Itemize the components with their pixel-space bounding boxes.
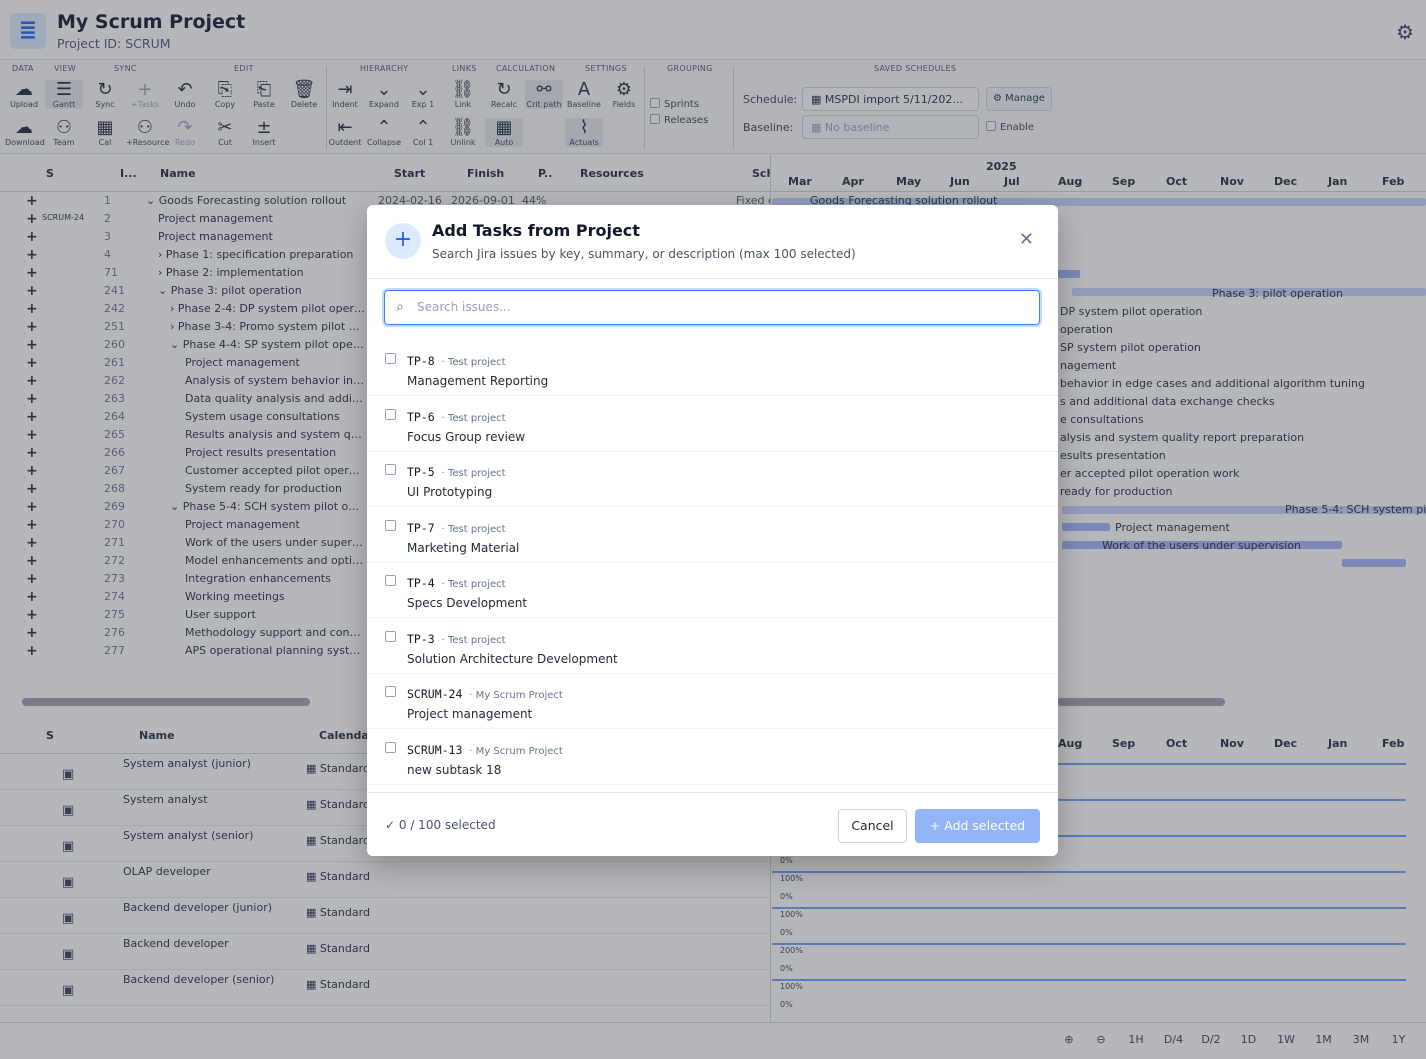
issue-project: · Test project <box>441 468 506 479</box>
issue-item[interactable]: SCRUM-13 · My Scrum Project new subtask 1… <box>367 730 1058 785</box>
issue-list: TP-8 · Test project Management Reporting T… <box>367 341 1058 791</box>
issue-key-line: TP-5 · Test project <box>407 465 506 479</box>
issue-key-line: TP-7 · Test project <box>407 521 506 535</box>
dialog-header: + Add Tasks from Project Search Jira iss… <box>367 205 1058 279</box>
issue-checkbox[interactable] <box>385 408 396 420</box>
issue-summary: UI Prototyping <box>407 485 493 499</box>
cancel-button[interactable]: Cancel <box>838 809 907 843</box>
issue-summary: Management Reporting <box>407 374 549 388</box>
issue-key: TP-8 <box>407 354 435 368</box>
issue-summary: Marketing Material <box>407 540 520 555</box>
issue-key: TP-6 <box>407 409 435 424</box>
issue-key-line: TP-6 · Test project <box>407 410 506 424</box>
add-selected-button[interactable]: + Add selected <box>915 809 1040 843</box>
issue-project: · Test project <box>441 523 506 535</box>
issue-item[interactable]: SCRUM-24 · My Scrum Project Project manag… <box>367 674 1058 729</box>
issue-project: · My Scrum Project <box>469 745 563 757</box>
issue-item[interactable]: TP-4 · Test project Specs Development <box>367 563 1058 618</box>
issue-key: TP-7 <box>407 520 435 535</box>
issue-summary: Specs Development <box>407 596 528 610</box>
search-icon: ⌕ <box>396 299 404 315</box>
issue-key-line: SCRUM-24 · My Scrum Project <box>407 687 563 701</box>
issue-item[interactable]: TP-7 · Test project Marketing Material <box>367 508 1058 563</box>
search-input[interactable] <box>417 297 1017 317</box>
issue-project: · Test project <box>441 412 506 424</box>
issue-summary: new subtask 18 <box>407 762 502 777</box>
issue-checkbox[interactable] <box>385 575 396 586</box>
dialog-subtitle: Search Jira issues by key, summary, or d… <box>432 247 856 261</box>
issue-checkbox[interactable] <box>385 686 396 697</box>
close-icon[interactable]: ✕ <box>1019 229 1034 250</box>
dialog-footer: ✓ 0 / 100 selected Cancel + Add selected <box>367 792 1058 856</box>
issue-checkbox[interactable] <box>385 353 396 364</box>
selected-count: ✓ 0 / 100 selected <box>385 818 496 832</box>
issue-project: · Test project <box>441 634 506 646</box>
issue-item[interactable]: TP-6 · Test project Focus Group review <box>367 397 1058 452</box>
plus-icon: + <box>385 223 421 259</box>
issue-checkbox[interactable] <box>385 464 396 475</box>
issue-summary: Focus Group review <box>407 429 526 444</box>
issue-item[interactable]: TP-8 · Test project Management Reporting <box>367 341 1058 396</box>
search-box: ⌕ <box>384 290 1040 325</box>
issue-key: TP-4 <box>407 576 435 590</box>
issue-project: · Test project <box>441 357 506 368</box>
check-icon: ✓ <box>385 818 399 832</box>
add-tasks-dialog: + Add Tasks from Project Search Jira iss… <box>367 205 1058 856</box>
dialog-title: Add Tasks from Project <box>432 221 640 240</box>
issue-key-line: TP-8 · Test project <box>407 354 506 368</box>
issue-key: SCRUM-24 <box>407 687 463 701</box>
issue-item[interactable]: TP-3 · Test project Solution Architecture… <box>367 619 1058 674</box>
issue-summary: Solution Architecture Development <box>407 651 618 666</box>
issue-summary: Project management <box>407 707 533 721</box>
issue-key-line: TP-3 · Test project <box>407 632 506 646</box>
issue-key: TP-3 <box>407 631 435 646</box>
issue-key: SCRUM-13 <box>407 742 463 757</box>
issue-key-line: SCRUM-13 · My Scrum Project <box>407 743 563 757</box>
issue-item[interactable]: TP-5 · Test project UI Prototyping <box>367 452 1058 507</box>
issue-checkbox[interactable] <box>385 741 396 753</box>
issue-project: · Test project <box>441 579 506 590</box>
plus-icon: + <box>929 818 945 833</box>
issue-project: · My Scrum Project <box>469 690 563 701</box>
issue-key: TP-5 <box>407 465 435 479</box>
issue-checkbox[interactable] <box>385 630 396 642</box>
issue-key-line: TP-4 · Test project <box>407 576 506 590</box>
issue-checkbox[interactable] <box>385 519 396 531</box>
